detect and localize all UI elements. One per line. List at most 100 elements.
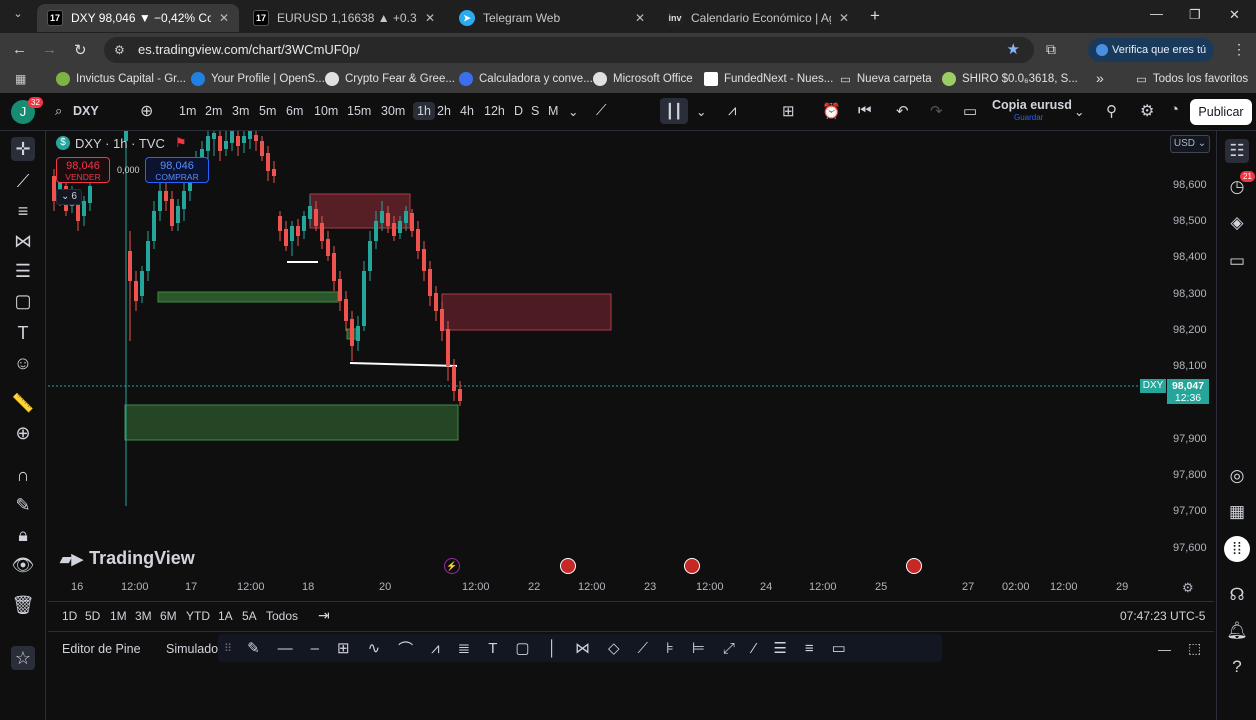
layout-dropdown-icon[interactable]: ⌄ [1074, 104, 1084, 119]
close-tab-icon[interactable]: ✕ [219, 11, 229, 25]
timeframe-M[interactable]: M [548, 104, 558, 118]
verify-button[interactable]: Verifica que eres tú [1088, 38, 1214, 62]
supply-zone-upper[interactable] [309, 193, 411, 229]
layout-grid-icon[interactable]: ⊞ [782, 102, 795, 120]
close-window-icon[interactable]: ✕ [1229, 7, 1240, 23]
flag-icon[interactable]: ⚑ [175, 135, 187, 151]
compare-symbol-icon[interactable]: ⊕ [140, 101, 153, 121]
buy-button[interactable]: 98,046 COMPRAR [145, 157, 209, 183]
rectangle-icon[interactable]: ▢ [515, 639, 529, 657]
timeframe-dropdown-icon[interactable]: ⌄ [568, 104, 578, 119]
range-5D[interactable]: 5D [85, 609, 100, 623]
vertical-line-icon[interactable]: │ [548, 640, 557, 657]
timeframe-2m[interactable]: 2m [205, 104, 222, 118]
back-icon[interactable]: ← [12, 41, 27, 58]
table-icon[interactable]: ⊞ [337, 639, 350, 657]
chart-type-dropdown-icon[interactable]: ⌄ [696, 104, 706, 119]
watchlist-icon[interactable]: ☷ [1225, 139, 1249, 163]
notifications-bell-icon[interactable]: 🔔︎ [1225, 619, 1249, 643]
indicators-icon[interactable]: ⩘ [728, 102, 736, 119]
extensions-icon[interactable]: ⧉ [1046, 41, 1056, 58]
bookmark-item[interactable]: Your Profile | OpenS... [191, 72, 325, 86]
minimize-panel-icon[interactable]: — [1158, 642, 1171, 657]
magnet-icon[interactable]: ∩ [11, 463, 35, 487]
drag-handle-icon[interactable]: ⠿ [224, 642, 232, 655]
demand-zone-mid[interactable] [157, 291, 339, 303]
ray-icon[interactable]: ⟋ [637, 640, 648, 657]
close-tab-icon[interactable]: ✕ [839, 11, 849, 25]
reload-icon[interactable]: ↻ [74, 41, 87, 59]
short-position-icon[interactable]: ⊨ [692, 639, 705, 657]
streams-icon[interactable]: ☊ [1225, 583, 1249, 607]
publish-button[interactable]: Publicar [1190, 99, 1252, 125]
pattern-tool-icon[interactable]: ⋈ [575, 639, 590, 657]
us-event-flag-icon[interactable] [560, 558, 576, 574]
brush-icon[interactable]: ✎ [247, 639, 260, 657]
zoom-in-icon[interactable]: ⊕ [11, 421, 35, 445]
undo-icon[interactable]: ↶ [896, 102, 909, 120]
range-1A[interactable]: 1A [218, 609, 233, 623]
settings-gear-icon[interactable]: ⚙ [1140, 101, 1154, 121]
more-bookmarks-button[interactable]: » [1096, 70, 1104, 86]
fib-extension-icon[interactable]: ≡ [805, 640, 814, 657]
timeframe-1m[interactable]: 1m [179, 104, 196, 118]
close-tab-icon[interactable]: ✕ [635, 11, 645, 25]
timeframe-5m[interactable]: 5m [259, 104, 276, 118]
url-field[interactable]: ⚙ es.tradingview.com/chart/3WCmUF0p/ ★ [104, 37, 1034, 63]
redo-icon[interactable]: ↷ [930, 102, 943, 120]
time-axis-settings-icon[interactable]: ⚙ [1182, 580, 1194, 596]
range-1M[interactable]: 1M [110, 609, 127, 623]
currency-selector[interactable]: USD ⌄ [1170, 135, 1210, 153]
bookmark-item[interactable]: SHIRO $0.0₆3618, S... [942, 72, 1078, 86]
minimize-window-icon[interactable]: — [1150, 6, 1163, 21]
timeframe-15m[interactable]: 15m [347, 104, 371, 118]
new-tab-button[interactable]: + [870, 6, 880, 26]
hide-drawings-icon[interactable]: 👁︎ [11, 553, 35, 577]
sell-button[interactable]: 98,046 VENDER [56, 157, 110, 183]
parallel-channel-icon[interactable]: ≣ [458, 639, 471, 657]
help-icon[interactable]: ? [1225, 655, 1249, 679]
time-axis[interactable]: 16 12:00 17 12:00 18 20 12:00 22 12:00 23 12:00 24 1… [48, 575, 1214, 599]
range-6M[interactable]: 6M [160, 609, 177, 623]
bookmark-item[interactable]: Calculadora y conve... [459, 72, 593, 86]
alert-icon[interactable]: ⏰ [822, 102, 841, 120]
timeframe-S[interactable]: S [531, 104, 539, 118]
layout-icon[interactable]: ▭ [963, 102, 977, 120]
search-icon[interactable]: ⌕ [55, 103, 62, 119]
text-tool-icon[interactable]: T [11, 321, 35, 345]
apps-grid-icon[interactable]: ▦ [15, 72, 26, 86]
timeframe-30m[interactable]: 30m [381, 104, 405, 118]
line-chart-icon[interactable]: ⟋ [596, 102, 607, 119]
site-info-icon[interactable]: ⚙ [114, 37, 125, 63]
quick-search-icon[interactable]: ⚲ [1106, 102, 1117, 120]
economic-event-marker[interactable]: ⚡ [444, 558, 460, 574]
bookmark-star-icon[interactable]: ★ [1007, 37, 1020, 63]
symbol-search[interactable]: DXY [73, 104, 99, 118]
clock[interactable]: 07:47:23 UTC-5 [1120, 609, 1205, 623]
candles-chart-icon[interactable]: ┃┃ [660, 98, 688, 124]
layout-name[interactable]: Copia eurusd [992, 98, 1072, 112]
timeframe-6m[interactable]: 6m [286, 104, 303, 118]
demand-zone-lower[interactable] [124, 404, 459, 441]
timeframe-4h[interactable]: 4h [460, 104, 474, 118]
bookmark-folder[interactable]: ▭ Nueva carpeta [840, 72, 932, 86]
symbol-legend[interactable]: $ DXY · 1h · TVC ⚑ [56, 135, 186, 151]
go-to-date-icon[interactable]: ⇥ [318, 607, 330, 624]
trend-line-icon[interactable]: ⟋ [11, 169, 35, 193]
ruler-icon[interactable]: 📏 [11, 391, 35, 415]
emoji-icon[interactable]: ☺ [11, 351, 35, 375]
bookmark-item[interactable]: Microsoft Office [593, 72, 693, 86]
range-3M[interactable]: 3M [135, 609, 152, 623]
fib-retracement-icon[interactable]: ≡ [11, 199, 35, 223]
crosshair-icon[interactable]: ✛ [11, 137, 35, 161]
tab-simulator[interactable]: Simulador [166, 642, 222, 656]
range-5A[interactable]: 5A [242, 609, 257, 623]
supply-zone-right[interactable] [441, 293, 612, 331]
us-event-flag-icon[interactable] [684, 558, 700, 574]
favorites-star-icon[interactable]: ☆ [11, 646, 35, 670]
tab-pine-editor[interactable]: Editor de Pine [62, 642, 141, 656]
fib-channel-icon[interactable]: ☰ [773, 639, 786, 657]
us-event-flag-icon[interactable] [906, 558, 922, 574]
maximize-panel-icon[interactable]: ⬚ [1188, 640, 1201, 657]
bookmark-item[interactable]: FundedNext - Nues... [704, 72, 833, 86]
